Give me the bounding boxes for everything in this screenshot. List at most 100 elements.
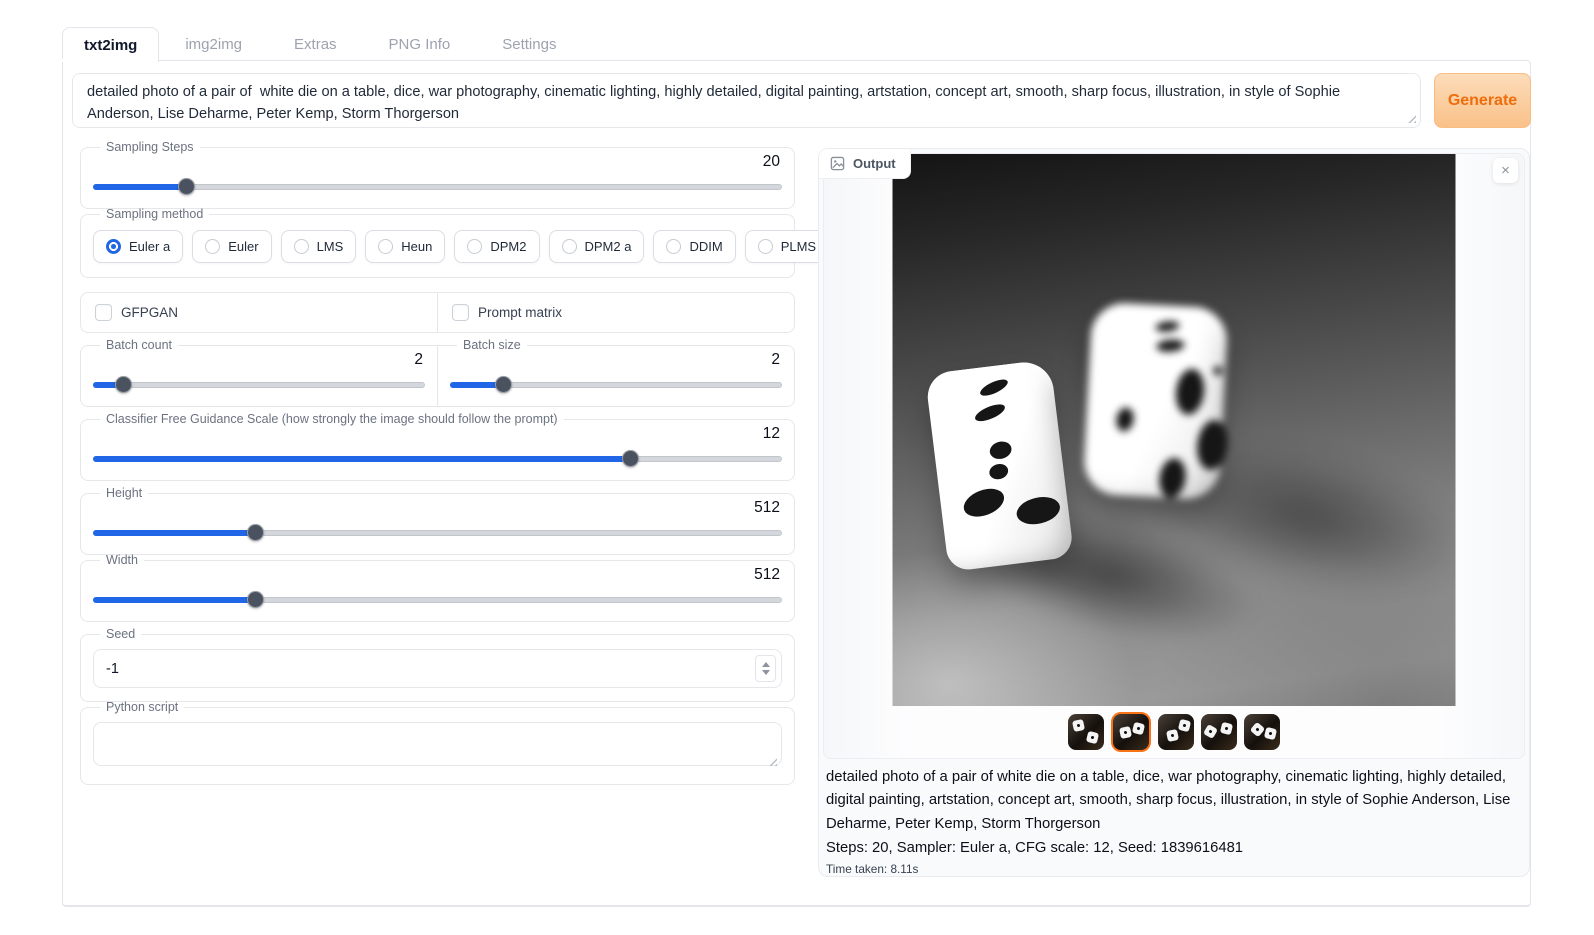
width-group: Width 512 [80, 553, 795, 622]
slider-thumb[interactable] [178, 178, 195, 195]
radio-ddim[interactable]: DDIM [653, 230, 735, 263]
gallery-thumbnails [824, 712, 1524, 752]
settings-column: Sampling Steps 20 Sampling method Euler … [80, 140, 795, 785]
seed-field-wrapper [93, 649, 782, 688]
batch-count-group: Batch count 2 [80, 338, 438, 407]
width-label: Width [100, 553, 144, 567]
batch-count-value: 2 [93, 351, 423, 369]
radio-euler-a[interactable]: Euler a [93, 230, 183, 263]
python-script-group: Python script [80, 700, 795, 785]
sampling-steps-value: 20 [93, 153, 780, 171]
slider-fill [93, 184, 186, 190]
gfpgan-checkbox[interactable] [95, 304, 112, 321]
radio-plms[interactable]: PLMS [745, 230, 829, 263]
slider-track[interactable] [93, 184, 782, 190]
gallery-thumbnail[interactable] [1201, 714, 1237, 750]
cfg-scale-label: Classifier Free Guidance Scale (how stro… [100, 412, 564, 426]
tab-bar: txt2img img2img Extras PNG Info Settings [62, 27, 582, 62]
radio-label: DDIM [689, 239, 722, 254]
cfg-scale-slider[interactable] [93, 450, 782, 467]
prompt-row: detailed photo of a pair of white die on… [72, 73, 1531, 128]
batch-count-slider[interactable] [93, 376, 425, 393]
prompt-input[interactable]: detailed photo of a pair of white die on… [72, 73, 1421, 128]
image-icon [830, 156, 845, 171]
gallery-thumbnail[interactable] [1068, 714, 1104, 750]
prompt-matrix-checkbox-row[interactable]: Prompt matrix [437, 293, 794, 332]
gfpgan-label: GFPGAN [121, 305, 178, 320]
sampling-steps-label: Sampling Steps [100, 140, 200, 154]
radio-icon [467, 239, 482, 254]
generation-info: detailed photo of a pair of white die on… [826, 766, 1524, 876]
sampling-steps-slider[interactable] [93, 178, 782, 195]
tab-png-info[interactable]: PNG Info [363, 27, 477, 62]
radio-icon [378, 239, 393, 254]
close-icon: × [1501, 162, 1510, 179]
batch-size-group: Batch size 2 [437, 338, 795, 407]
seed-decrement-button[interactable] [762, 670, 770, 675]
radio-label: Heun [401, 239, 432, 254]
python-script-wrapper [93, 722, 782, 771]
seed-input[interactable] [93, 649, 782, 688]
gallery-thumbnail[interactable] [1244, 714, 1280, 750]
slider-thumb[interactable] [247, 524, 264, 541]
python-script-input[interactable] [93, 722, 782, 766]
radio-heun[interactable]: Heun [365, 230, 445, 263]
slider-fill [93, 456, 630, 462]
radio-icon [758, 239, 773, 254]
slider-thumb[interactable] [495, 376, 512, 393]
tab-txt2img[interactable]: txt2img [62, 27, 159, 62]
width-slider[interactable] [93, 591, 782, 608]
radio-euler[interactable]: Euler [192, 230, 271, 263]
cfg-scale-value: 12 [93, 425, 780, 443]
radio-dpm2-a[interactable]: DPM2 a [549, 230, 645, 263]
output-panel-label: Output [819, 149, 911, 179]
height-slider[interactable] [93, 524, 782, 541]
radio-icon [562, 239, 577, 254]
height-label: Height [100, 486, 148, 500]
width-value: 512 [93, 566, 780, 584]
radio-icon [294, 239, 309, 254]
prompt-field-wrapper: detailed photo of a pair of white die on… [72, 73, 1421, 128]
height-value: 512 [93, 499, 780, 517]
radio-lms[interactable]: LMS [281, 230, 357, 263]
tab-extras[interactable]: Extras [268, 27, 363, 62]
batch-size-slider[interactable] [450, 376, 782, 393]
slider-thumb[interactable] [247, 591, 264, 608]
slider-thumb[interactable] [622, 450, 639, 467]
active-tab-connector [62, 59, 148, 62]
seed-increment-button[interactable] [762, 662, 770, 667]
tab-img2img[interactable]: img2img [159, 27, 268, 62]
tab-settings[interactable]: Settings [476, 27, 582, 62]
generate-button[interactable]: Generate [1434, 73, 1531, 128]
gfpgan-checkbox-row[interactable]: GFPGAN [81, 293, 437, 332]
die-focused [925, 359, 1074, 572]
radio-label: Euler [228, 239, 258, 254]
slider-track[interactable] [93, 382, 425, 388]
size-group: Height 512 Width 512 [80, 486, 795, 622]
batch-size-value: 2 [450, 351, 780, 369]
slider-fill [93, 530, 255, 536]
radio-dpm2[interactable]: DPM2 [454, 230, 539, 263]
output-label-text: Output [853, 156, 896, 171]
radio-label: PLMS [781, 239, 816, 254]
seed-label: Seed [100, 627, 141, 641]
seed-stepper[interactable] [755, 655, 776, 682]
radio-icon [666, 239, 681, 254]
height-group: Height 512 [80, 486, 795, 555]
batch-size-label: Batch size [457, 338, 527, 352]
batch-count-label: Batch count [100, 338, 178, 352]
sampling-method-options: Euler a Euler LMS Heun DPM2 DPM2 a DDIM … [93, 223, 782, 264]
gallery-thumbnail-selected[interactable] [1111, 712, 1151, 752]
stable-diffusion-webui: txt2img img2img Extras PNG Info Settings… [0, 0, 1594, 935]
sampling-method-label: Sampling method [100, 207, 209, 221]
seed-script-group: Seed Python script [80, 627, 795, 785]
slider-thumb[interactable] [115, 376, 132, 393]
gallery-thumbnail[interactable] [1158, 714, 1194, 750]
die-blurred [1083, 302, 1229, 501]
slider-fill [93, 597, 255, 603]
radio-label: Euler a [129, 239, 170, 254]
caption-time-taken: Time taken: 8.11s [826, 862, 1524, 876]
prompt-matrix-checkbox[interactable] [452, 304, 469, 321]
close-output-button[interactable]: × [1493, 158, 1518, 183]
caption-prompt-text: detailed photo of a pair of white die on… [826, 766, 1524, 836]
